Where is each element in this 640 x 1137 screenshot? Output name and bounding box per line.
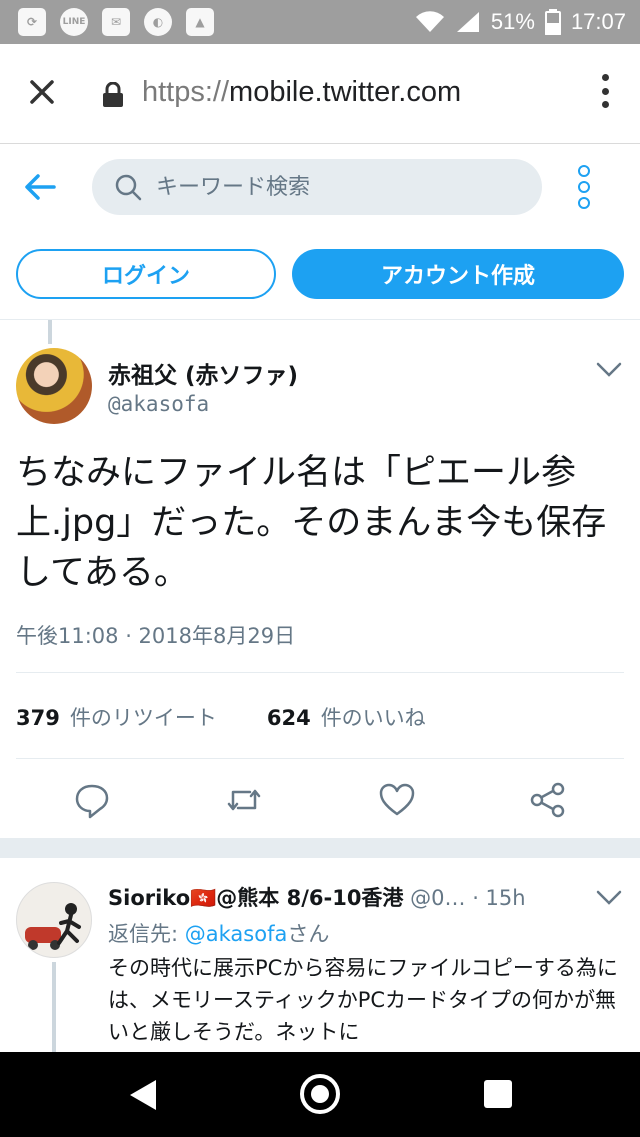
divider xyxy=(16,672,624,673)
status-indicators: 51% 17:07 xyxy=(415,9,626,35)
divider xyxy=(16,758,624,759)
thread-line xyxy=(52,962,56,1052)
reply-handle[interactable]: @0… xyxy=(410,886,465,910)
nav-home-icon[interactable] xyxy=(300,1074,340,1114)
chevron-down-icon[interactable] xyxy=(596,362,622,378)
reply-text: その時代に展示PCから容易にファイルコピーする為には、メモリースティックかPCカ… xyxy=(108,956,618,1044)
notification-icons: ⟳ LINE ✉ ◐ ▲ xyxy=(18,8,214,36)
twitter-header: ログイン アカウント作成 xyxy=(0,145,640,320)
status-bar: ⟳ LINE ✉ ◐ ▲ 51% 17:07 xyxy=(0,0,640,44)
retweets-label: 件のリツイート xyxy=(69,706,217,730)
tweet-actions xyxy=(0,772,640,832)
reply-time[interactable]: 15h xyxy=(486,886,526,910)
search-icon xyxy=(115,174,142,201)
signal-icon xyxy=(456,12,479,32)
share-icon[interactable] xyxy=(528,780,568,820)
reply-to-mention[interactable]: @akasofa xyxy=(185,922,288,946)
retweets-stat[interactable]: 379 件のリツイート xyxy=(16,702,217,732)
wifi-icon xyxy=(415,11,444,33)
retweets-count: 379 xyxy=(16,706,60,730)
back-arrow-icon[interactable] xyxy=(20,167,60,207)
nav-back-icon[interactable] xyxy=(128,1078,158,1112)
battery-percent: 51% xyxy=(490,9,535,34)
likes-label: 件のいいね xyxy=(320,706,426,730)
tweet-timestamp[interactable]: 午後11:08 · 2018年8月29日 xyxy=(16,620,295,650)
more-options-button[interactable] xyxy=(576,165,592,209)
image-icon: ▲ xyxy=(186,8,214,36)
browser-menu-button[interactable] xyxy=(602,74,610,108)
tweet-display-name[interactable]: 赤祖父 (赤ソファ) xyxy=(108,356,298,390)
reply-to-prefix: 返信先: xyxy=(108,922,185,946)
search-box[interactable] xyxy=(92,159,542,215)
chevron-down-icon[interactable] xyxy=(596,890,622,906)
reply-to-suffix: さん xyxy=(287,922,330,946)
avatar[interactable] xyxy=(16,348,92,424)
reply-header: Sioriko🇭🇰@熊本 8/6-10香港 @0… · 15h xyxy=(108,886,526,910)
likes-count: 624 xyxy=(266,706,311,730)
tweet-handle[interactable]: @akasofa xyxy=(108,392,209,416)
line-icon: LINE xyxy=(60,8,88,36)
nav-recents-icon[interactable] xyxy=(484,1080,512,1108)
browser-url-bar: https://mobile.twitter.com xyxy=(0,44,640,144)
signup-button[interactable]: アカウント作成 xyxy=(292,249,624,299)
sync-icon: ⟳ xyxy=(18,8,46,36)
clock: 17:07 xyxy=(570,9,626,34)
thread-line xyxy=(48,320,52,344)
url-scheme: https:// xyxy=(142,76,230,108)
section-separator xyxy=(0,838,640,858)
url-host: mobile.twitter.com xyxy=(229,76,462,108)
reply-display-name[interactable]: Sioriko🇭🇰@熊本 8/6-10香港 xyxy=(108,886,403,910)
tweet-text: ちなみにファイル名は「ピエール参上.jpg」だった。そのまんま今も保存してある。 xyxy=(16,453,607,593)
gmail-icon: ✉ xyxy=(102,8,130,36)
reply-to-line: 返信先: @akasofaさん xyxy=(108,918,329,948)
login-button[interactable]: ログイン xyxy=(16,249,276,299)
close-icon[interactable] xyxy=(26,76,58,108)
app-icon: ◐ xyxy=(144,8,172,36)
battery-icon xyxy=(544,9,561,35)
tweet-stats: 379 件のリツイート 624 件のいいね xyxy=(16,702,426,732)
android-nav-bar xyxy=(0,1052,640,1137)
search-input[interactable] xyxy=(156,174,516,200)
like-icon[interactable] xyxy=(377,780,417,820)
lock-icon xyxy=(103,82,123,107)
likes-stat[interactable]: 624 件のいいね xyxy=(267,702,426,732)
retweet-icon[interactable] xyxy=(224,780,264,820)
reply-icon[interactable] xyxy=(72,780,112,820)
reply-avatar[interactable] xyxy=(16,882,92,958)
url-field[interactable]: https://mobile.twitter.com xyxy=(142,76,461,109)
